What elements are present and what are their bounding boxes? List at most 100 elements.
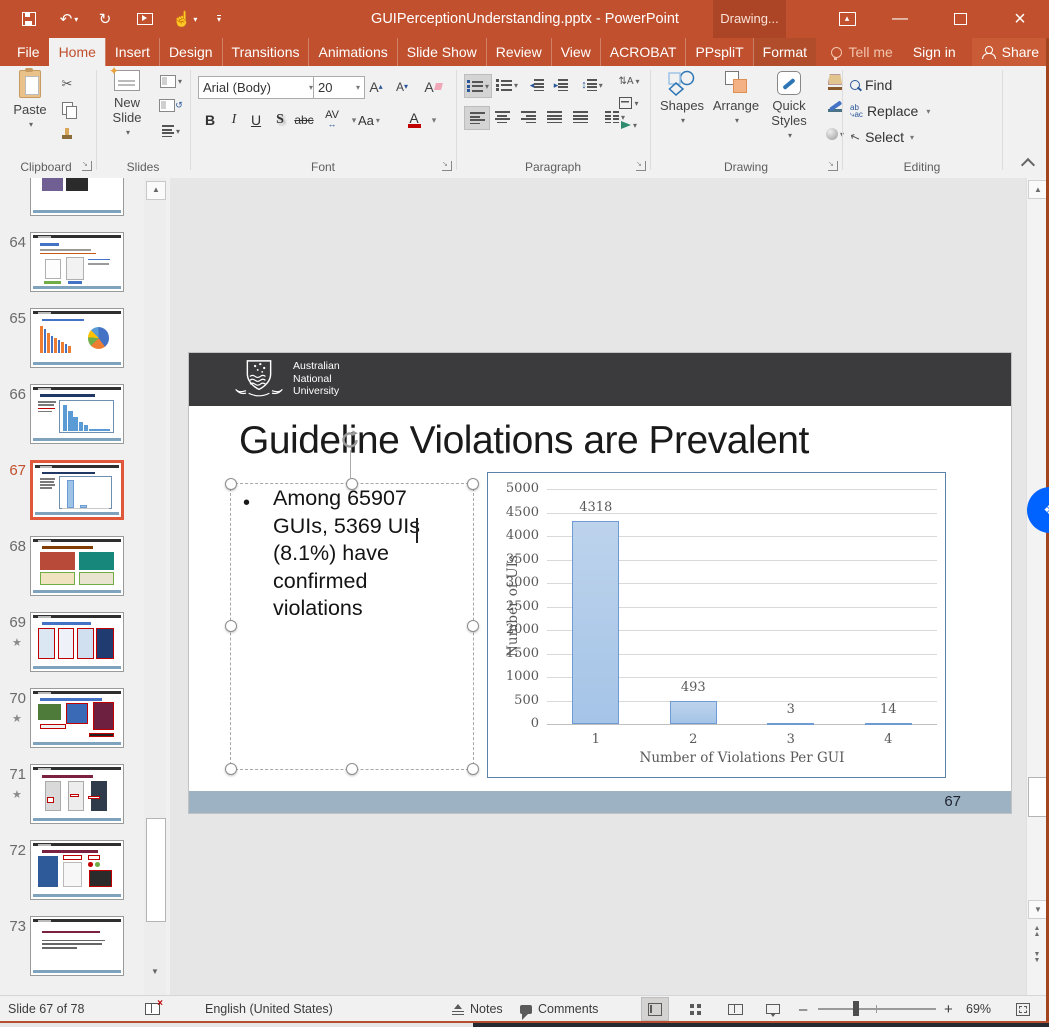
align-right-button[interactable] <box>516 106 540 128</box>
text-shadow-button[interactable]: S <box>270 108 290 132</box>
section-button[interactable]: ▾ <box>156 122 186 140</box>
tab-format[interactable]: Format <box>753 38 816 66</box>
maximize-button[interactable] <box>939 0 981 38</box>
reading-view-button[interactable] <box>721 997 749 1021</box>
tab-review[interactable]: Review <box>486 38 551 66</box>
scroll-up-arrow-icon[interactable]: ▲ <box>1028 180 1048 199</box>
italic-button[interactable]: I <box>224 108 244 132</box>
find-button[interactable]: Find <box>850 74 892 96</box>
bar-chart-object[interactable]: Number of UIs 05001000150020002500300035… <box>487 472 946 778</box>
resize-handle[interactable] <box>225 620 237 632</box>
vertical-scrollbar[interactable]: ▲ ▼ ▲▲ ▼▼ <box>1026 178 1047 995</box>
customize-qat-button[interactable]: ▾ <box>206 4 232 34</box>
character-spacing-button[interactable]: AV↔ <box>322 108 342 132</box>
rotate-handle[interactable] <box>339 429 361 456</box>
font-size-combobox[interactable]: 20▾ <box>313 76 365 99</box>
share-button[interactable]: Share <box>972 38 1049 66</box>
reset-slide-button[interactable]: ↺ <box>156 96 186 114</box>
zoom-in-button[interactable]: + <box>944 996 953 1022</box>
shrink-font-button[interactable]: A▾ <box>390 76 414 97</box>
slide-thumbnail[interactable] <box>30 178 124 216</box>
slide-indicator[interactable]: Slide 67 of 78 <box>8 996 84 1022</box>
save-button[interactable] <box>16 4 42 34</box>
close-button[interactable]: × <box>999 0 1041 38</box>
tab-animations[interactable]: Animations <box>308 38 396 66</box>
zoom-level[interactable]: 69% <box>966 996 991 1022</box>
start-slideshow-button[interactable] <box>132 4 158 34</box>
bullets-button[interactable]: ▾ <box>464 74 492 98</box>
arrange-button[interactable]: Arrange ▾ <box>710 70 762 128</box>
change-case-button[interactable]: Aa▾ <box>358 108 380 132</box>
copy-button[interactable] <box>56 98 78 118</box>
tab-design[interactable]: Design <box>159 38 222 66</box>
panel-scrollbar-thumb[interactable] <box>146 818 166 922</box>
shape-effects-button[interactable]: ▾ <box>818 124 852 144</box>
resize-handle[interactable] <box>346 478 358 490</box>
slide-thumbnail-64[interactable] <box>30 232 124 292</box>
collapse-ribbon-button[interactable] <box>1018 158 1038 172</box>
sign-in-button[interactable]: Sign in <box>903 38 966 66</box>
slide-title[interactable]: Guideline Violations are Prevalent <box>239 419 809 463</box>
columns-button[interactable]: ▾ <box>598 106 632 128</box>
slideshow-view-button[interactable] <box>759 997 787 1021</box>
notes-button[interactable]: Notes <box>452 996 503 1022</box>
justify-button[interactable] <box>542 106 566 128</box>
bold-button[interactable]: B <box>200 108 220 132</box>
tab-slide-show[interactable]: Slide Show <box>397 38 486 66</box>
undo-button[interactable]: ↶▾ <box>56 4 82 34</box>
slide-body-text[interactable]: Among 65907 GUIs, 5369 UIs (8.1%) have c… <box>273 485 441 623</box>
zoom-out-button[interactable]: – <box>799 996 807 1022</box>
scroll-up-arrow-icon[interactable]: ▲ <box>146 181 166 200</box>
resize-handle[interactable] <box>225 763 237 775</box>
language-indicator[interactable]: English (United States) <box>205 996 333 1022</box>
tab-home[interactable]: Home <box>49 38 105 66</box>
previous-slide-button[interactable]: ▲▲ <box>1028 926 1046 938</box>
align-center-button[interactable] <box>490 106 514 128</box>
resize-handle[interactable] <box>346 763 358 775</box>
tab-transitions[interactable]: Transitions <box>222 38 309 66</box>
tell-me-box[interactable]: Tell me <box>821 38 902 66</box>
scroll-down-arrow-icon[interactable]: ▼ <box>1028 900 1048 919</box>
slide-thumbnail-68[interactable] <box>30 536 124 596</box>
slide-thumbnail-72[interactable] <box>30 840 124 900</box>
panel-scrollbar[interactable]: ▲ ▼ <box>144 178 166 995</box>
replace-button[interactable]: ab⤷acReplace▾ <box>850 100 930 122</box>
slide-thumbnail-71[interactable] <box>30 764 124 824</box>
tab-file[interactable]: File <box>8 38 49 66</box>
resize-handle[interactable] <box>467 620 479 632</box>
minimize-button[interactable]: — <box>879 0 921 38</box>
slide-thumbnail-69[interactable] <box>30 612 124 672</box>
slide-thumbnail-65[interactable] <box>30 308 124 368</box>
fit-slide-to-window-button[interactable] <box>1016 996 1030 1022</box>
paste-button[interactable]: Paste ▾ <box>8 70 52 132</box>
font-name-combobox[interactable]: Arial (Body)▾ <box>198 76 318 99</box>
shapes-button[interactable]: Shapes ▾ <box>658 70 706 128</box>
resize-handle[interactable] <box>467 763 479 775</box>
scroll-down-arrow-icon[interactable]: ▼ <box>146 964 164 981</box>
font-color-button[interactable]: A <box>404 108 424 132</box>
resize-handle[interactable] <box>225 478 237 490</box>
text-direction-button[interactable]: ⇅A▾ <box>612 72 646 90</box>
scrollbar-thumb[interactable] <box>1028 777 1047 817</box>
tab-insert[interactable]: Insert <box>105 38 159 66</box>
clear-formatting-button[interactable]: A <box>420 76 446 97</box>
strikethrough-button[interactable]: abc <box>294 108 314 132</box>
spell-check-button[interactable] <box>145 996 160 1022</box>
zoom-slider-thumb[interactable] <box>853 1001 859 1016</box>
grow-font-button[interactable]: A▴ <box>364 76 388 97</box>
tab-view[interactable]: View <box>551 38 600 66</box>
increase-indent-button[interactable]: ▸ <box>550 74 572 96</box>
tab-acrobat[interactable]: ACROBAT <box>600 38 686 66</box>
underline-button[interactable]: U <box>246 108 266 132</box>
touch-mode-button[interactable]: ☝▾ <box>172 4 198 34</box>
slide-thumbnail-70[interactable] <box>30 688 124 748</box>
slide-thumbnail-66[interactable] <box>30 384 124 444</box>
decrease-indent-button[interactable]: ◂ <box>526 74 548 96</box>
numbering-button[interactable]: ▾ <box>494 74 520 96</box>
normal-view-button[interactable] <box>641 997 669 1021</box>
slide-layout-button[interactable]: ▾ <box>156 72 186 90</box>
ribbon-display-options-button[interactable]: ▴ <box>826 0 868 38</box>
select-button[interactable]: ↖Select▾ <box>850 126 914 148</box>
format-painter-button[interactable] <box>56 124 78 144</box>
shape-fill-button[interactable] <box>818 72 852 92</box>
